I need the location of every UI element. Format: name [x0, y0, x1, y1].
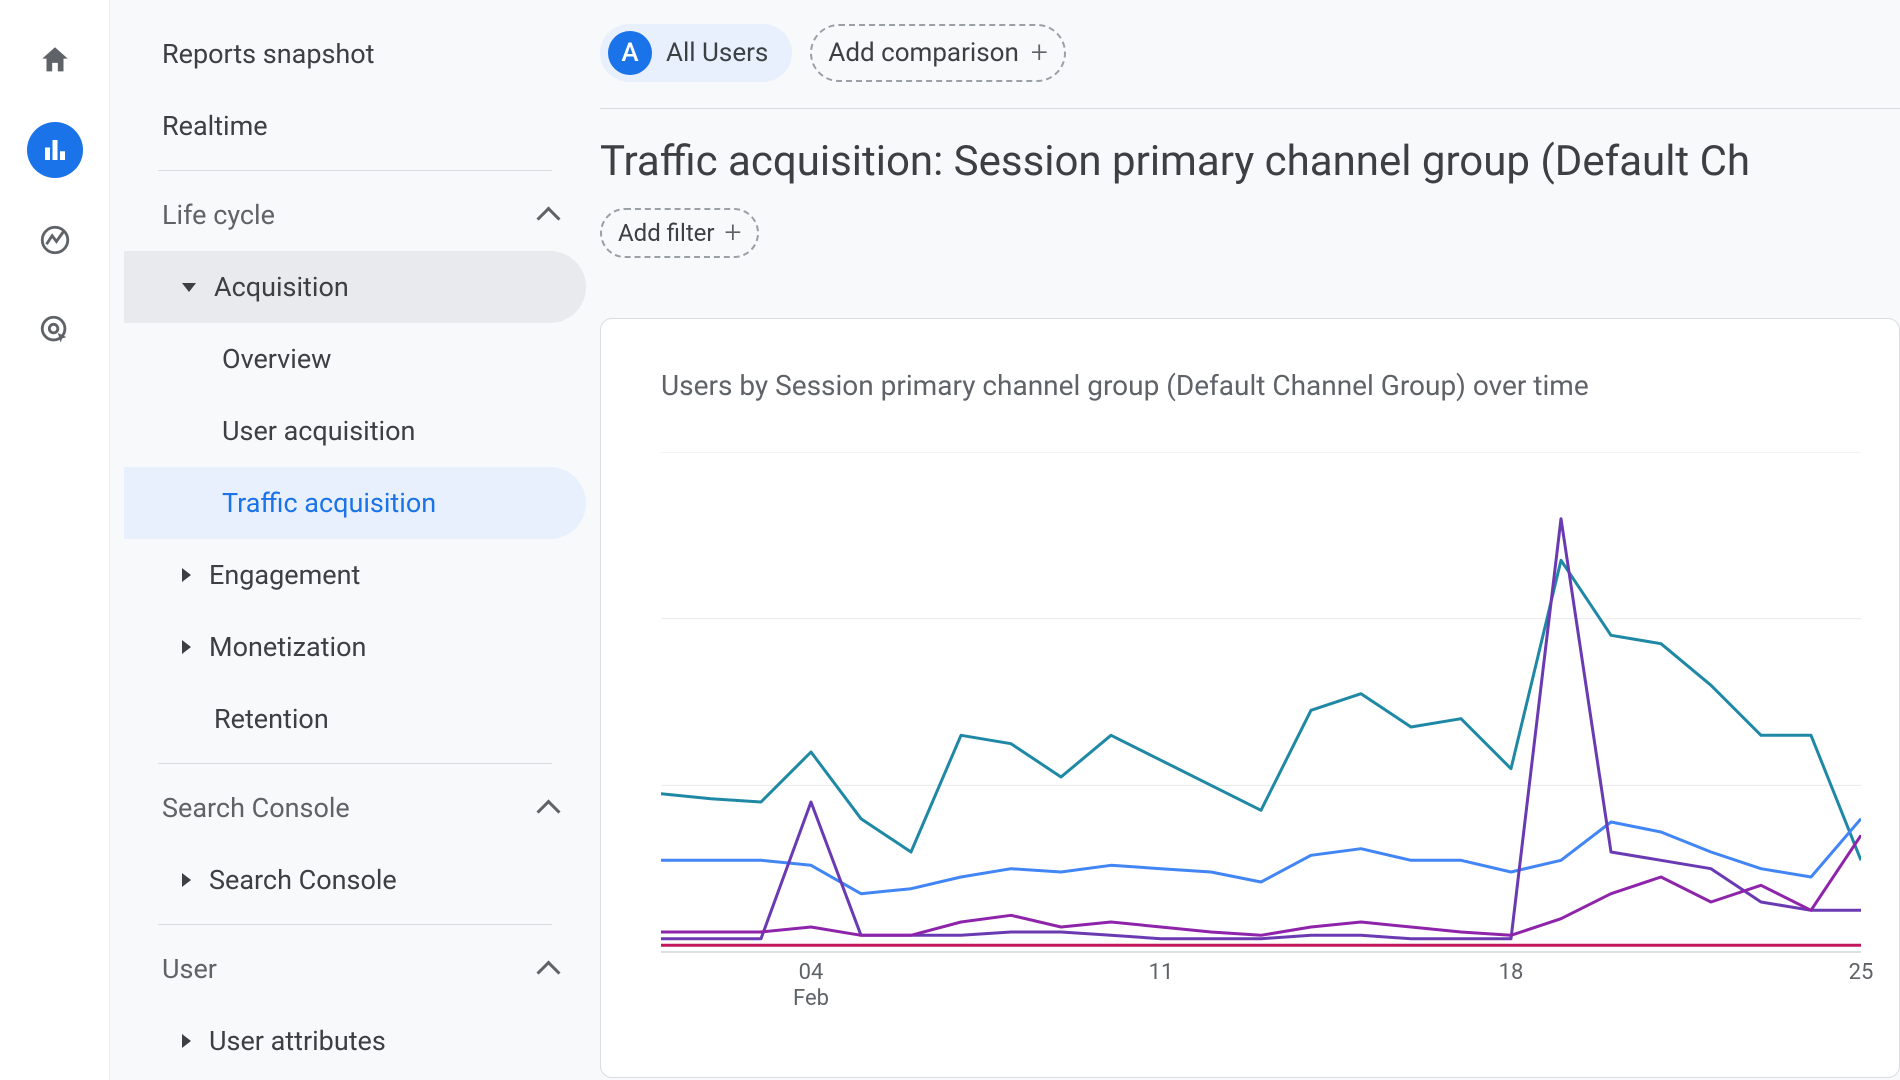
- sidebar-user-attributes[interactable]: User attributes: [124, 1005, 586, 1077]
- chip-badge: A: [608, 31, 652, 75]
- sidebar-section-user[interactable]: User: [124, 933, 586, 1005]
- plus-icon: +: [1031, 38, 1048, 68]
- home-icon: [38, 43, 72, 77]
- sidebar-retention[interactable]: Retention: [124, 683, 586, 755]
- sidebar-engagement[interactable]: Engagement: [124, 539, 586, 611]
- label: Overview: [222, 343, 331, 375]
- rail-ads-button[interactable]: [27, 302, 83, 358]
- divider: [158, 924, 552, 925]
- rail-home-button[interactable]: [27, 32, 83, 88]
- x-tick-label: 25: [1849, 960, 1874, 985]
- sidebar-traffic-acquisition[interactable]: Traffic acquisition: [124, 467, 586, 539]
- label: Acquisition: [214, 271, 349, 303]
- comparison-bar: A All Users Add comparison +: [600, 24, 1900, 108]
- reports-icon: [40, 135, 70, 165]
- label: Life cycle: [162, 199, 275, 231]
- main-content: A All Users Add comparison + Traffic acq…: [600, 0, 1900, 1080]
- explore-icon: [38, 223, 72, 257]
- x-tick-label: 04: [799, 960, 824, 985]
- x-tick-label: 18: [1499, 960, 1524, 985]
- label: Search Console: [162, 792, 350, 824]
- chevron-up-icon: [538, 960, 556, 978]
- divider: [158, 170, 552, 171]
- chip-all-users[interactable]: A All Users: [600, 24, 792, 82]
- x-tick-label: 11: [1149, 960, 1174, 985]
- caret-right-icon: [182, 568, 191, 582]
- label: Traffic acquisition: [222, 487, 436, 519]
- divider: [600, 108, 1900, 109]
- sidebar-search-console[interactable]: Search Console: [124, 844, 586, 916]
- add-filter-button[interactable]: Add filter +: [600, 208, 759, 258]
- chip-label: Add filter: [618, 219, 715, 247]
- page-title: Traffic acquisition: Session primary cha…: [600, 137, 1900, 186]
- sidebar-monetization[interactable]: Monetization: [124, 611, 586, 683]
- chevron-up-icon: [538, 206, 556, 224]
- label: Reports snapshot: [162, 38, 375, 70]
- rail-explore-button[interactable]: [27, 212, 83, 268]
- chip-label: All Users: [666, 38, 768, 68]
- reports-sidebar: Reports snapshot Realtime Life cycle Acq…: [110, 0, 600, 1080]
- caret-right-icon: [182, 1034, 191, 1048]
- x-month-label: Feb: [793, 986, 829, 1011]
- label: User attributes: [209, 1025, 386, 1057]
- sidebar-acquisition-overview[interactable]: Overview: [124, 323, 586, 395]
- caret-right-icon: [182, 873, 191, 887]
- sidebar-user-acquisition[interactable]: User acquisition: [124, 395, 586, 467]
- label: Monetization: [209, 631, 366, 663]
- label: User: [162, 953, 217, 985]
- chart-card: Users by Session primary channel group (…: [600, 318, 1900, 1078]
- target-click-icon: [38, 313, 72, 347]
- plus-icon: +: [725, 218, 742, 248]
- label: Search Console: [209, 864, 397, 896]
- divider: [158, 763, 552, 764]
- sidebar-section-life-cycle[interactable]: Life cycle: [124, 179, 586, 251]
- chip-label: Add comparison: [828, 38, 1018, 68]
- label: User acquisition: [222, 415, 415, 447]
- label: Retention: [214, 703, 329, 735]
- label: Engagement: [209, 559, 360, 591]
- caret-right-icon: [182, 640, 191, 654]
- sidebar-acquisition[interactable]: Acquisition: [124, 251, 586, 323]
- sidebar-section-search-console[interactable]: Search Console: [124, 772, 586, 844]
- add-comparison-button[interactable]: Add comparison +: [810, 24, 1065, 82]
- line-chart[interactable]: 04 11 18 25 Feb: [661, 452, 1899, 1012]
- label: Realtime: [162, 110, 268, 142]
- sidebar-realtime[interactable]: Realtime: [124, 90, 586, 162]
- chevron-up-icon: [538, 799, 556, 817]
- rail-reports-button[interactable]: [27, 122, 83, 178]
- caret-down-icon: [182, 283, 196, 292]
- icon-rail: [0, 0, 110, 1080]
- sidebar-reports-snapshot[interactable]: Reports snapshot: [124, 18, 586, 90]
- chart-title: Users by Session primary channel group (…: [661, 369, 1899, 402]
